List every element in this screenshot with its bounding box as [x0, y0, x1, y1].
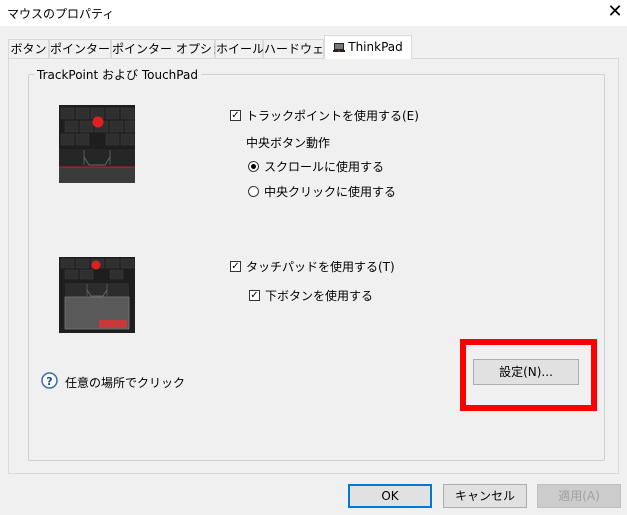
group-label: TrackPoint および TouchPad — [34, 66, 201, 83]
help-question-icon[interactable]: ? — [41, 372, 58, 389]
tab-wheel[interactable]: ホイール — [215, 39, 265, 58]
tab-pointer[interactable]: ポインター — [49, 39, 111, 58]
trackpoint-enable-label: トラックポイントを使用する(E) — [246, 109, 419, 123]
help-text[interactable]: 任意の場所でクリック — [65, 374, 185, 391]
tab-hardware[interactable]: ハードウェア — [263, 39, 336, 58]
scroll-radio-label: スクロールに使用する — [264, 160, 385, 174]
middle-click-radio-label: 中央クリックに使用する — [264, 185, 397, 199]
tab-label: ポインター — [50, 42, 111, 56]
apply-button[interactable]: 適用(A) — [537, 484, 621, 508]
lower-buttons-checkbox[interactable]: ✓ — [249, 290, 260, 301]
tab-label: ホイール — [216, 42, 265, 56]
touchpad-enable-checkbox[interactable]: ✓ — [230, 261, 241, 272]
touchpad-image — [59, 257, 135, 333]
lower-buttons-label: 下ボタンを使用する — [265, 289, 374, 303]
window-title: マウスのプロパティ — [7, 7, 115, 21]
thinkpad-tab-icon — [333, 43, 346, 52]
touchpad-enable-label: タッチパッドを使用する(T) — [246, 260, 395, 274]
ok-button[interactable]: OK — [348, 484, 432, 508]
tab-label: ボタン — [10, 42, 47, 56]
tab-label: ThinkPad — [348, 40, 403, 54]
close-icon[interactable]: ✕ — [605, 1, 625, 23]
tab-thinkpad[interactable]: ThinkPad — [324, 35, 412, 59]
trackpoint-image — [59, 105, 135, 183]
highlight-box — [460, 339, 597, 411]
svg-text:?: ? — [46, 375, 52, 388]
tab-pointer-options[interactable]: ポインター オプション — [111, 39, 236, 58]
middle-click-radio[interactable] — [248, 186, 259, 197]
middle-button-heading: 中央ボタン動作 — [246, 136, 331, 150]
trackpoint-enable-checkbox[interactable]: ✓ — [230, 110, 241, 121]
scroll-radio[interactable] — [248, 161, 259, 172]
cancel-button[interactable]: キャンセル — [443, 484, 527, 508]
tab-buttons[interactable]: ボタン — [8, 39, 49, 58]
